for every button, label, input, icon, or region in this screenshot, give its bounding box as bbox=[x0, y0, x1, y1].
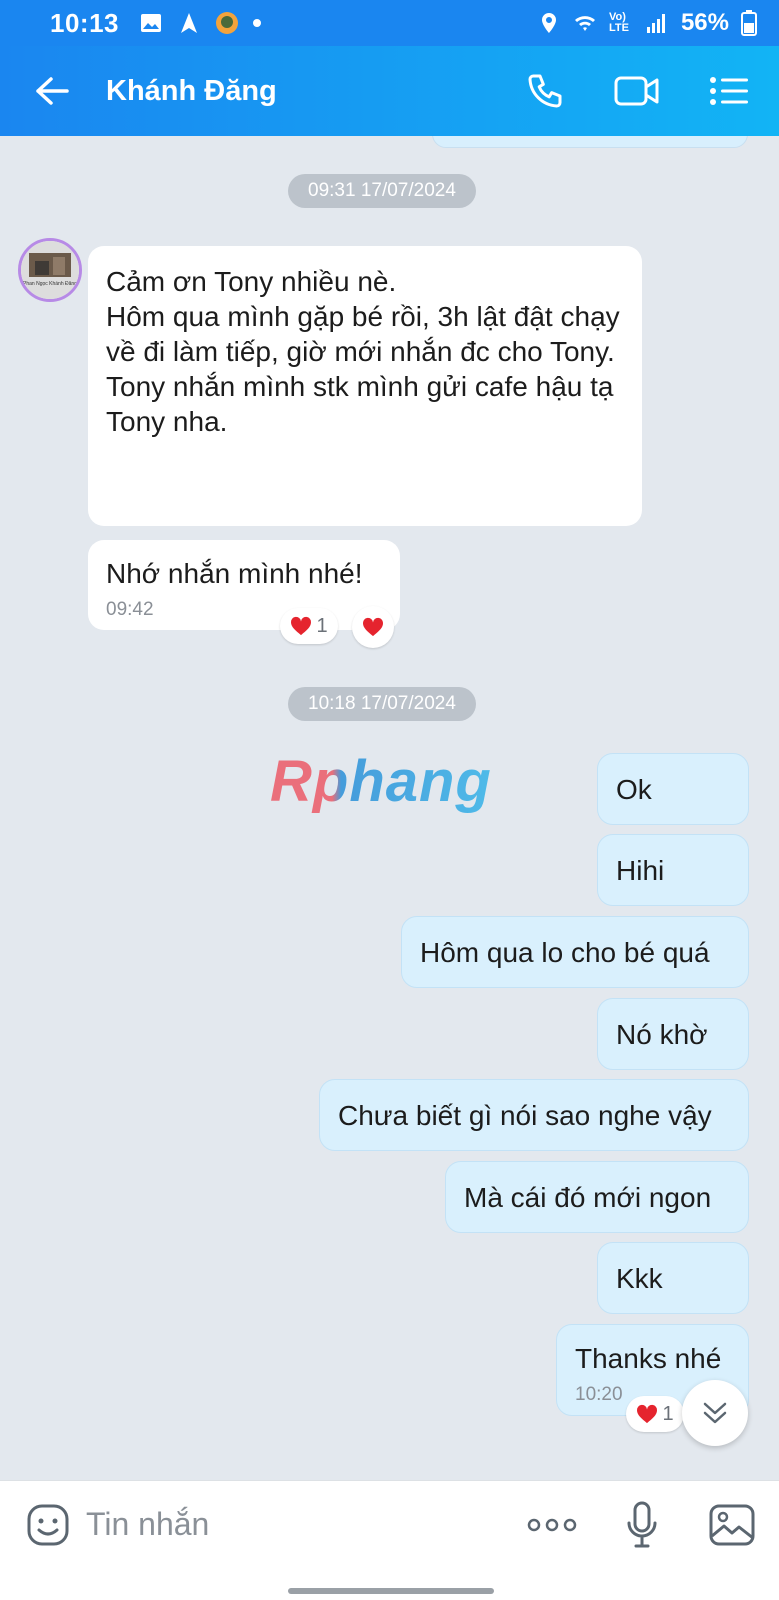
message-text: Nó khờ bbox=[616, 1019, 708, 1050]
message-text: Thanks nhé bbox=[575, 1343, 722, 1374]
message-input[interactable] bbox=[86, 1499, 466, 1550]
video-call-button[interactable] bbox=[611, 65, 663, 117]
app-notification-icon bbox=[216, 12, 238, 34]
chat-header: Khánh Đăng bbox=[0, 46, 779, 136]
back-arrow-icon bbox=[36, 77, 69, 105]
incoming-message[interactable]: Cảm ơn Tony nhiều nè. Hôm qua mình gặp b… bbox=[88, 246, 642, 526]
message-text: Mà cái đó mới ngon bbox=[464, 1182, 712, 1213]
navigation-icon bbox=[181, 13, 197, 33]
battery-percent: 56% bbox=[680, 9, 729, 36]
outgoing-message[interactable]: Nó khờ bbox=[597, 998, 749, 1070]
heart-icon bbox=[291, 616, 312, 636]
signal-icon bbox=[646, 14, 665, 33]
react-button[interactable] bbox=[352, 606, 394, 648]
gallery-notification-icon bbox=[141, 14, 161, 32]
wifi-icon bbox=[574, 16, 595, 31]
message-text: Ok bbox=[616, 774, 652, 805]
scroll-to-bottom-button[interactable] bbox=[682, 1380, 748, 1446]
reaction-summary[interactable]: 1 bbox=[626, 1396, 684, 1432]
more-notifications-dot-icon bbox=[253, 19, 261, 27]
message-text: Cảm ơn Tony nhiều nè. Hôm qua mình gặp b… bbox=[106, 266, 620, 437]
chevrons-down-icon bbox=[703, 1402, 727, 1424]
emoji-sticker-icon bbox=[27, 1504, 69, 1545]
watermark-logo: Rphang bbox=[270, 749, 492, 814]
voice-record-button[interactable] bbox=[617, 1500, 667, 1550]
options-menu-button[interactable] bbox=[703, 65, 755, 117]
lte-indicator: Vo) LTE bbox=[608, 11, 629, 34]
message-text: Hihi bbox=[616, 855, 665, 886]
location-icon bbox=[541, 13, 556, 33]
message-text: Kkk bbox=[616, 1263, 663, 1294]
avatar[interactable]: Phan Ngọc Khánh Đăng bbox=[18, 238, 82, 302]
video-camera-icon bbox=[614, 76, 659, 106]
reaction-summary[interactable]: 1 bbox=[280, 608, 338, 644]
avatar-photo: Phan Ngọc Khánh Đăng bbox=[21, 241, 79, 299]
reaction-count: 1 bbox=[316, 614, 328, 637]
message-list[interactable]: 09:31 17/07/2024 Phan Ngọc Khánh Đăng Cả… bbox=[0, 136, 779, 1480]
heart-icon bbox=[637, 1404, 658, 1424]
message-time: 09:42 bbox=[106, 599, 154, 620]
status-time: 10:13 bbox=[50, 7, 119, 38]
heart-icon bbox=[362, 617, 384, 637]
avatar-caption: Phan Ngọc Khánh Đăng bbox=[23, 281, 77, 287]
reaction-count: 1 bbox=[662, 1402, 674, 1425]
outgoing-message[interactable]: Mà cái đó mới ngon bbox=[445, 1161, 749, 1233]
composer-bar bbox=[0, 1480, 779, 1568]
message-text: Hôm qua lo cho bé quá bbox=[420, 937, 710, 968]
incoming-message[interactable]: Nhớ nhắn mình nhé! 09:42 bbox=[88, 540, 400, 630]
outgoing-message[interactable]: Kkk bbox=[597, 1242, 749, 1314]
phone-icon bbox=[528, 74, 562, 108]
status-bar: 10:13 Vo) LTE 56% bbox=[0, 0, 779, 46]
outgoing-message[interactable]: Hihi bbox=[597, 834, 749, 906]
list-menu-icon bbox=[710, 77, 748, 105]
message-text: Nhớ nhắn mình nhé! bbox=[106, 558, 363, 589]
back-button[interactable] bbox=[24, 63, 80, 119]
previous-message-bubble[interactable] bbox=[432, 136, 748, 148]
system-nav-area bbox=[0, 1568, 779, 1600]
image-gallery-icon bbox=[709, 1504, 755, 1545]
message-text: Chưa biết gì nói sao nghe vậy bbox=[338, 1100, 712, 1131]
send-image-button[interactable] bbox=[707, 1500, 757, 1550]
date-separator: 10:18 17/07/2024 bbox=[288, 687, 476, 721]
home-indicator[interactable] bbox=[288, 1588, 494, 1594]
conversation-title[interactable]: Khánh Đăng bbox=[106, 75, 277, 108]
more-dots-icon bbox=[527, 1518, 577, 1531]
date-separator: 09:31 17/07/2024 bbox=[288, 174, 476, 208]
outgoing-message[interactable]: Ok bbox=[597, 753, 749, 825]
voice-call-button[interactable] bbox=[519, 65, 571, 117]
more-options-button[interactable] bbox=[527, 1500, 577, 1550]
outgoing-message[interactable]: Chưa biết gì nói sao nghe vậy bbox=[319, 1079, 749, 1151]
emoji-button[interactable] bbox=[24, 1501, 72, 1549]
microphone-icon bbox=[627, 1501, 657, 1547]
outgoing-message[interactable]: Hôm qua lo cho bé quá bbox=[401, 916, 749, 988]
battery-icon bbox=[741, 10, 757, 36]
